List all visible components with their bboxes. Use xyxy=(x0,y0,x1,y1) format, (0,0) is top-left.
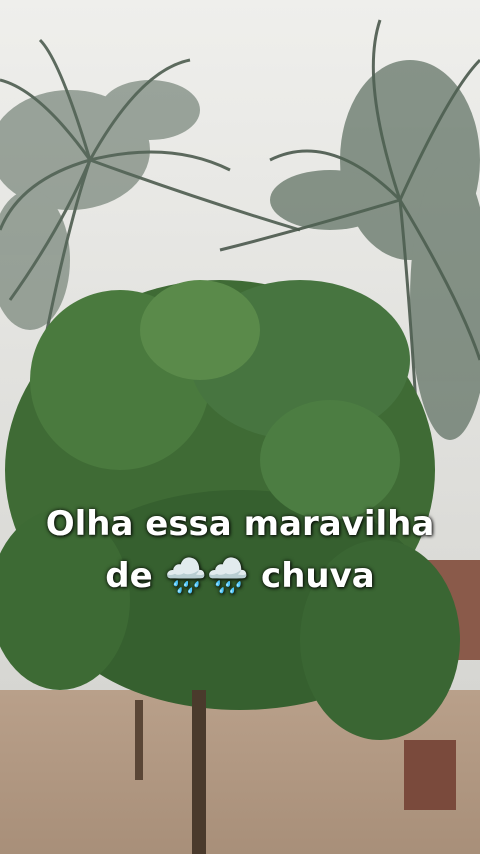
caption-suffix: chuva xyxy=(261,556,375,596)
caption-line-2: de 🌧️🌧️ chuva xyxy=(0,550,480,602)
rain-cloud-icon: 🌧️🌧️ xyxy=(164,556,250,596)
caption-line-1: Olha essa maravilha xyxy=(45,504,435,544)
caption-prefix: de xyxy=(105,556,153,596)
video-caption: Olha essa maravilha de 🌧️🌧️ chuva xyxy=(0,498,480,602)
photo-scene: Olha essa maravilha de 🌧️🌧️ chuva xyxy=(0,0,480,854)
rainy-garden-photo xyxy=(0,0,480,854)
tree-trunk xyxy=(192,690,206,854)
